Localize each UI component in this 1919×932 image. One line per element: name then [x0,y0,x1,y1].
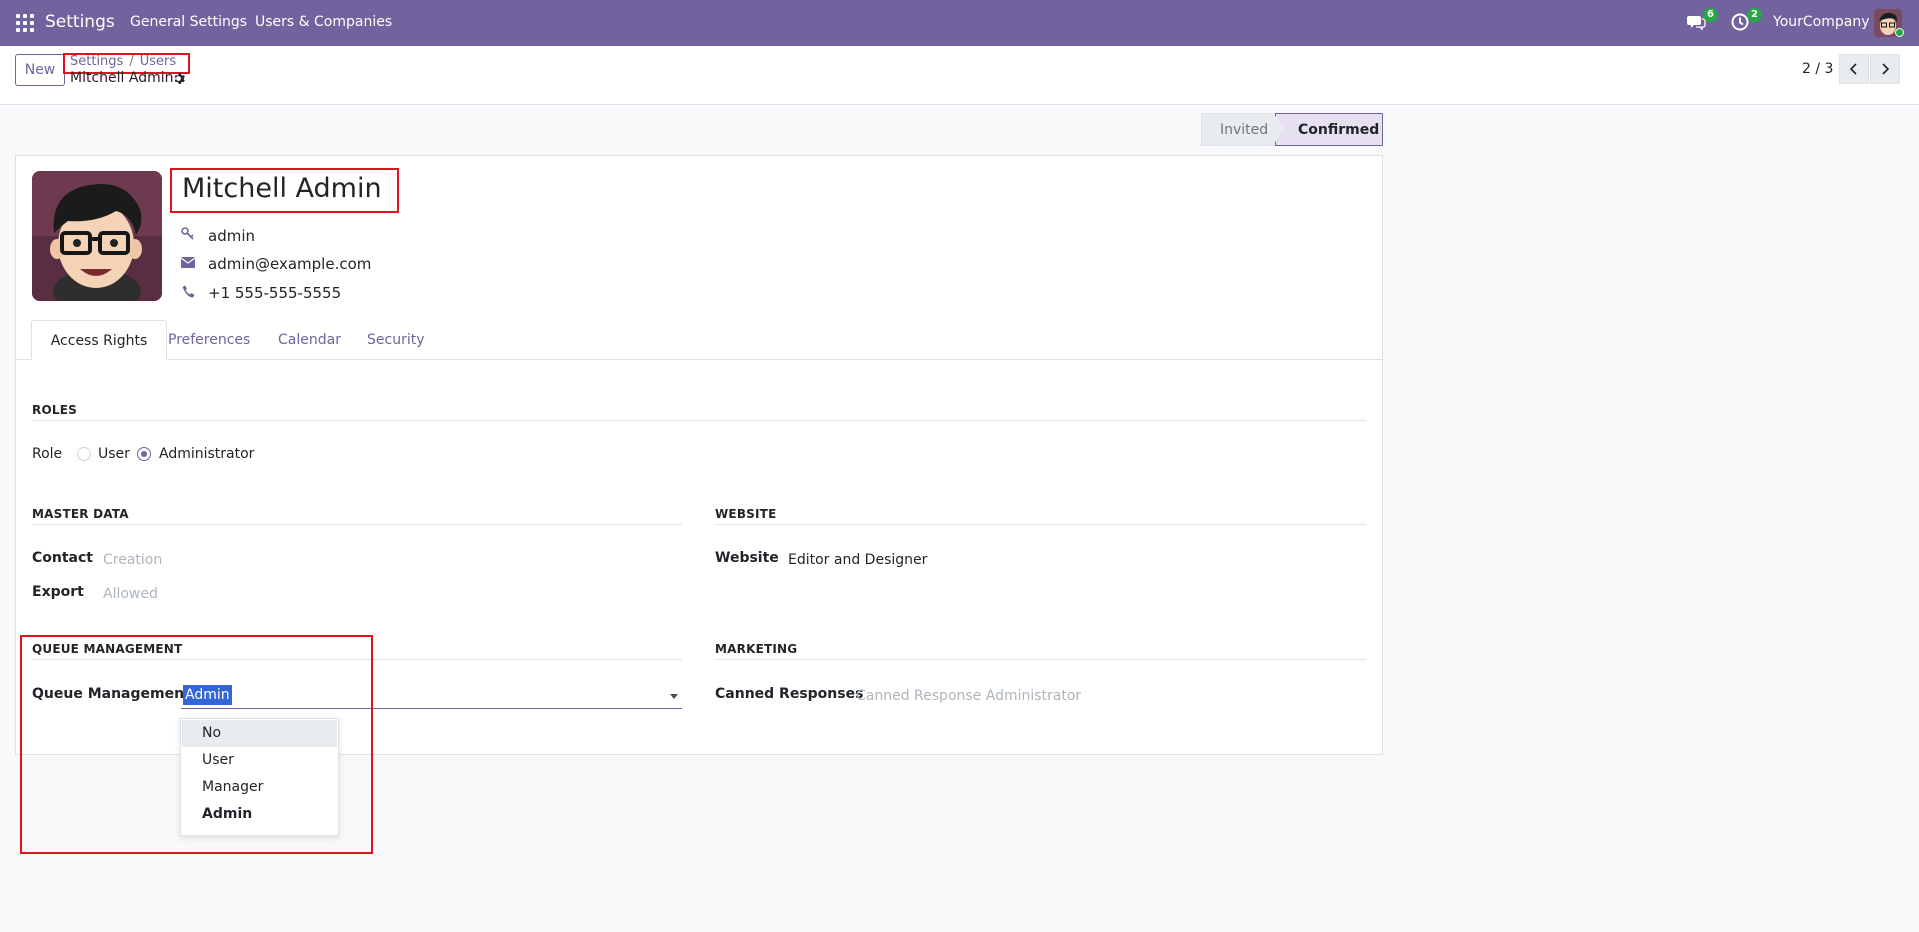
activity-clock-icon[interactable]: 2 [1730,8,1762,34]
website-label: Website [715,550,779,566]
user-name-field[interactable]: Mitchell Admin [182,173,382,204]
export-value[interactable]: Allowed [103,586,158,602]
online-status-dot [1895,28,1904,37]
website-section-title: WEBSITE [715,507,777,521]
company-switcher[interactable]: YourCompany [1773,14,1870,30]
marketing-section-title: MARKETING [715,642,798,656]
website-value[interactable]: Editor and Designer [788,552,927,568]
email-value[interactable]: admin@example.com [208,255,371,273]
chevron-left-icon [1849,63,1857,75]
form-tabs: Access Rights Preferences Calendar Secur… [15,320,1383,360]
nav-general-settings[interactable]: General Settings [130,14,247,30]
canned-responses-value[interactable]: Canned Response Administrator [856,688,1081,704]
apps-grid-icon[interactable] [16,14,34,32]
phone-icon [180,285,196,302]
phone-value[interactable]: +1 555-555-5555 [208,284,341,302]
envelope-icon [180,256,196,272]
caret-down-icon[interactable] [670,694,678,699]
pager-counter[interactable]: 2 / 3 [1802,61,1833,77]
nav-users-companies[interactable]: Users & Companies [255,14,392,30]
email-row: admin@example.com [180,255,371,273]
export-label: Export [32,584,84,600]
contact-label: Contact [32,550,93,566]
marketing-divider [715,659,1366,660]
login-value[interactable]: admin [208,227,255,245]
tab-security[interactable]: Security [367,320,425,360]
top-navbar: Settings General Settings Users & Compan… [0,0,1919,46]
chat-icon[interactable]: 6 [1686,8,1718,34]
status-invited[interactable]: Invited [1201,113,1275,146]
role-user-radio[interactable] [77,447,91,461]
canned-responses-label: Canned Responses [715,686,864,702]
new-button[interactable]: New [15,54,65,86]
phone-row: +1 555-555-5555 [180,284,341,302]
user-photo[interactable] [32,171,162,301]
chevron-right-icon [1882,63,1890,75]
record-title: Mitchell Admin [70,70,174,86]
master-data-divider [32,524,682,525]
queue-highlight-box [20,635,373,854]
pager-next-button[interactable] [1870,54,1900,84]
role-user-label[interactable]: User [98,446,130,462]
gear-icon[interactable] [172,72,185,89]
status-confirmed[interactable]: Confirmed [1275,113,1383,146]
app-title[interactable]: Settings [45,12,115,32]
chat-badge: 6 [1703,8,1718,22]
key-icon [180,227,196,245]
login-row: admin [180,227,255,245]
tab-access-rights[interactable]: Access Rights [31,320,167,360]
role-administrator-label[interactable]: Administrator [159,446,254,462]
status-arrow [1273,113,1285,145]
master-data-section-title: MASTER DATA [32,507,129,521]
roles-section-title: ROLES [32,403,77,417]
pager-previous-button[interactable] [1839,54,1869,84]
tab-preferences[interactable]: Preferences [168,320,250,360]
activity-badge: 2 [1747,8,1762,22]
website-divider [715,524,1366,525]
roles-divider [32,420,1366,421]
status-bar: Invited Confirmed [1201,113,1383,146]
role-label: Role [32,446,63,462]
control-panel: New Settings / Users Mitchell Admin 2 / 3 [0,46,1919,105]
role-administrator-radio[interactable] [137,447,151,461]
contact-value[interactable]: Creation [103,552,162,568]
tab-calendar[interactable]: Calendar [278,320,341,360]
